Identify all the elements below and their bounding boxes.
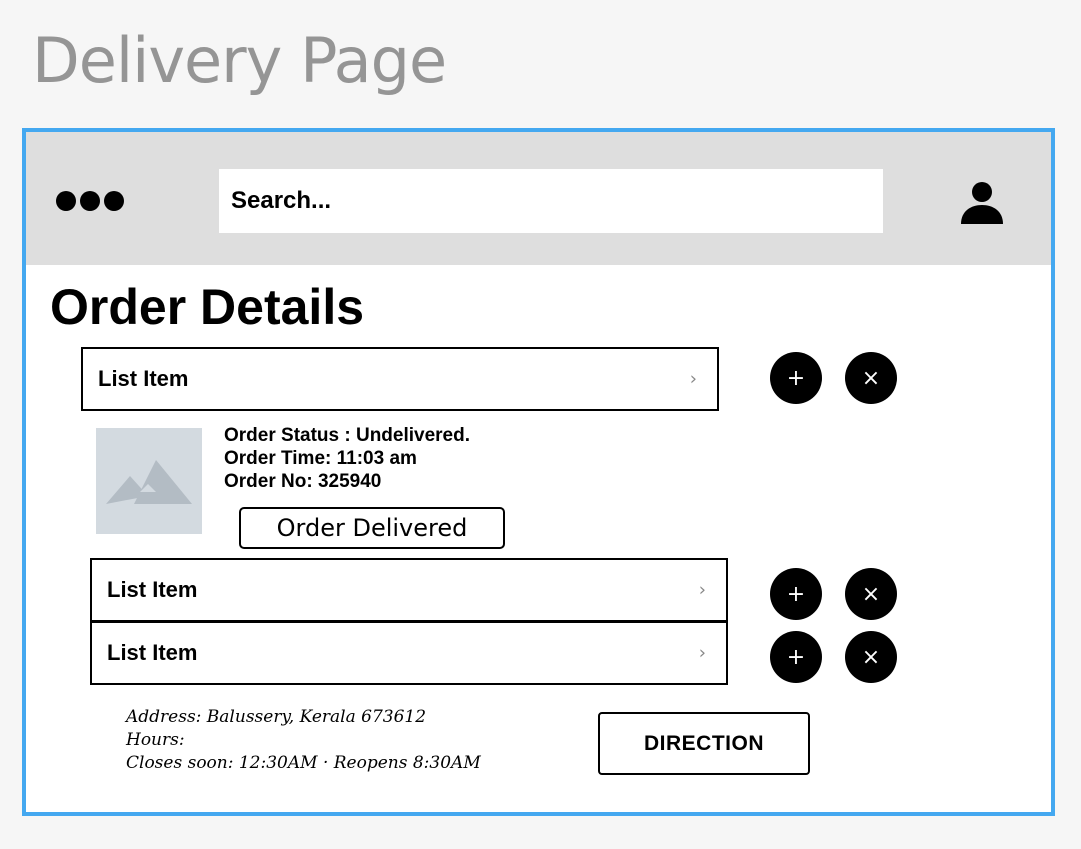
more-dots-icon[interactable] [56,191,124,211]
add-button[interactable]: + [770,352,822,404]
list-item[interactable]: List Item › [90,558,728,622]
location-info: Address: Balussery, Kerala 673612 Hours:… [126,706,481,775]
remove-button[interactable]: × [845,352,897,404]
order-status: Order Status : Undelivered. [224,425,471,446]
direction-button[interactable]: DIRECTION [598,712,810,775]
list-item-label: List Item [107,640,198,665]
top-bar [26,132,1051,265]
list-item-label: List Item [107,577,198,602]
hours-label: Hours: [126,730,185,750]
order-info: Order Status : Undelivered. Order Time: … [224,424,470,493]
list-item-label: List Item [98,366,189,391]
order-time: Order Time: 11:03 am [224,448,417,469]
search-input[interactable] [219,169,883,233]
app-frame: Order Details List Item › + × Order Stat… [22,128,1055,816]
remove-button[interactable]: × [845,631,897,683]
remove-button[interactable]: × [845,568,897,620]
chevron-right-icon: › [698,579,706,601]
chevron-right-icon: › [698,642,706,664]
order-delivered-button[interactable]: Order Delivered [239,507,505,549]
user-icon[interactable] [958,178,1006,226]
address-text: Address: Balussery, Kerala 673612 [126,707,427,727]
list-item[interactable]: List Item › [90,621,728,685]
page-title: Delivery Page [32,24,447,97]
order-number: Order No: 325940 [224,471,382,492]
hours-text: Closes soon: 12:30AM · Reopens 8:30AM [126,753,481,773]
order-details-heading: Order Details [50,279,365,335]
add-button[interactable]: + [770,631,822,683]
list-item[interactable]: List Item › [81,347,719,411]
image-placeholder-icon [96,428,202,534]
add-button[interactable]: + [770,568,822,620]
chevron-right-icon: › [689,368,697,390]
